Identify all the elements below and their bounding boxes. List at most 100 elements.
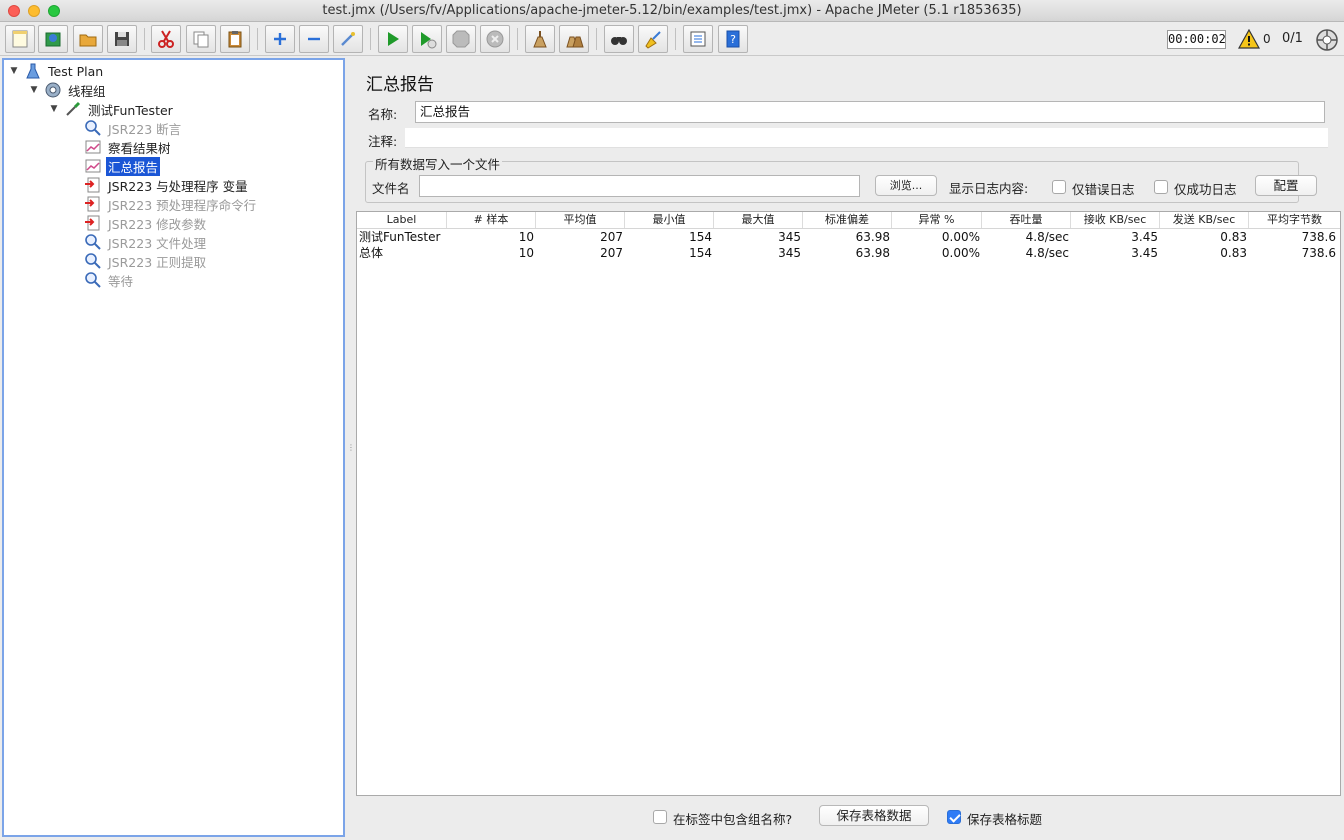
column-header-min[interactable]: 最小值 <box>625 212 714 228</box>
save-disk-icon <box>115 32 129 46</box>
start-no-pauses-button[interactable] <box>412 25 442 53</box>
tree-node-label: Test Plan <box>48 63 104 79</box>
filename-field[interactable] <box>419 175 860 197</box>
magnifier-icon <box>85 120 101 136</box>
errors-only-checkbox[interactable] <box>1052 180 1066 194</box>
tree-node-thread-group[interactable]: ▼ 线程组 <box>28 81 108 99</box>
table-cell: 154 <box>689 246 712 260</box>
save-table-header-checkbox[interactable] <box>947 810 961 824</box>
processor-doc-icon <box>85 177 100 193</box>
page-title: 汇总报告 <box>366 75 434 95</box>
help-book-icon: ? <box>726 30 740 48</box>
search-button[interactable] <box>604 25 634 53</box>
table-cell: 154 <box>689 230 712 244</box>
tree-node-jsr223-preprocessor[interactable]: JSR223 预处理程序命令行 <box>68 195 258 213</box>
magnifier-icon <box>85 253 101 269</box>
tree-node-label: 汇总报告 <box>106 156 161 176</box>
new-button[interactable] <box>5 25 35 53</box>
list-icon <box>690 31 706 47</box>
open-button[interactable] <box>73 25 103 53</box>
column-header-max[interactable]: 最大值 <box>714 212 803 228</box>
tree-node-label: 线程组 <box>68 83 106 99</box>
table-cell: 738.6 <box>1301 230 1336 244</box>
tree-node-sampler[interactable]: ▼ 测试FunTester <box>48 100 175 118</box>
comment-field[interactable] <box>405 128 1328 148</box>
reset-broom-icon <box>645 31 661 49</box>
clear-button[interactable] <box>525 25 555 53</box>
splitter-grip-icon[interactable]: ⋮ <box>347 444 355 452</box>
column-header-sent-kb[interactable]: 发送 KB/sec <box>1160 212 1249 228</box>
tree-node-test-plan[interactable]: ▼ Test Plan <box>8 62 105 80</box>
warning-count: 0 <box>1263 32 1271 46</box>
table-cell: 10 <box>518 246 534 260</box>
magnifier-icon <box>85 272 101 288</box>
templates-button[interactable] <box>38 25 68 53</box>
collapse-all-button[interactable] <box>299 25 329 53</box>
column-header-received-kb[interactable]: 接收 KB/sec <box>1071 212 1160 228</box>
active-thread-count: 0/1 <box>1282 31 1303 46</box>
window-maximize-button[interactable] <box>48 5 60 17</box>
window-close-button[interactable] <box>8 5 20 17</box>
comment-label: 注释: <box>368 134 398 149</box>
clear-all-button[interactable] <box>559 25 589 53</box>
summary-table: Label # 样本 平均值 最小值 最大值 标准偏差 异常 % 吞吐量 接收 … <box>356 211 1341 796</box>
tree-node-label: JSR223 断言 <box>108 121 182 137</box>
clipboard-icon <box>228 31 242 48</box>
save-button[interactable] <box>107 25 137 53</box>
tree-node-wait[interactable]: 等待 <box>68 271 135 289</box>
test-plan-tree: ▼ Test Plan ▼ 线程组 ▼ 测试FunTester JSR223 断… <box>2 58 345 837</box>
table-cell: 10 <box>518 230 534 244</box>
elapsed-timer: 00:00:02 <box>1167 30 1226 49</box>
configure-button[interactable]: 配置 <box>1255 175 1317 196</box>
warning-icon[interactable] <box>1238 29 1260 49</box>
table-row[interactable]: 测试FunTester 10 207 154 345 63.98 0.00% 4… <box>357 229 1340 245</box>
expand-arrow-icon[interactable]: ▼ <box>48 104 60 114</box>
filename-label: 文件名 <box>372 181 410 196</box>
tree-node-view-results-tree[interactable]: 察看结果树 <box>68 138 173 156</box>
function-helper-button[interactable] <box>683 25 713 53</box>
table-row[interactable]: 总体 10 207 154 345 63.98 0.00% 4.8/sec 3.… <box>357 245 1340 261</box>
include-group-name-checkbox[interactable] <box>653 810 667 824</box>
paste-button[interactable] <box>220 25 250 53</box>
column-header-average[interactable]: 平均值 <box>536 212 625 228</box>
name-field[interactable]: 汇总报告 <box>415 101 1325 123</box>
tree-node-jsr223-regex-extract[interactable]: JSR223 正则提取 <box>68 252 208 270</box>
column-header-avg-bytes[interactable]: 平均字节数 <box>1249 212 1340 228</box>
table-cell: 4.8/sec <box>1025 230 1069 244</box>
toggle-button[interactable] <box>333 25 363 53</box>
table-cell: 63.98 <box>855 246 890 260</box>
column-header-samples[interactable]: # 样本 <box>447 212 536 228</box>
start-button[interactable] <box>378 25 408 53</box>
cut-button[interactable] <box>151 25 181 53</box>
tree-node-jsr223-assertion[interactable]: JSR223 断言 <box>68 119 183 137</box>
expand-all-button[interactable] <box>265 25 295 53</box>
stop-button[interactable] <box>446 25 476 53</box>
column-header-throughput[interactable]: 吞吐量 <box>982 212 1071 228</box>
column-header-std-dev[interactable]: 标准偏差 <box>803 212 892 228</box>
table-cell: 63.98 <box>855 230 890 244</box>
save-table-data-button[interactable]: 保存表格数据 <box>819 805 929 826</box>
window-minimize-button[interactable] <box>28 5 40 17</box>
tree-node-label: 测试FunTester <box>88 102 173 118</box>
toggle-wand-icon <box>341 32 355 46</box>
help-button[interactable]: ? <box>718 25 748 53</box>
shutdown-button[interactable] <box>480 25 510 53</box>
name-label: 名称: <box>368 107 398 122</box>
tree-node-summary-report[interactable]: 汇总报告 <box>68 156 161 176</box>
expand-arrow-icon[interactable]: ▼ <box>28 85 40 95</box>
success-only-checkbox[interactable] <box>1154 180 1168 194</box>
column-header-label[interactable]: Label <box>357 212 447 228</box>
tree-node-jsr223-modify-params[interactable]: JSR223 修改参数 <box>68 214 208 232</box>
table-cell: 0.83 <box>1220 246 1247 260</box>
bottom-controls: 在标签中包含组名称? 保存表格数据 保存表格标题 <box>356 799 1341 835</box>
copy-button[interactable] <box>186 25 216 53</box>
window-titlebar: test.jmx (/Users/fv/Applications/apache-… <box>0 0 1344 22</box>
table-cell: 4.8/sec <box>1025 246 1069 260</box>
reset-search-button[interactable] <box>638 25 668 53</box>
tree-node-jsr223-postprocessor[interactable]: JSR223 与处理程序 变量 <box>68 176 250 194</box>
browse-button[interactable]: 浏览... <box>875 175 937 196</box>
broom-icon <box>533 31 547 48</box>
tree-node-jsr223-file-handling[interactable]: JSR223 文件处理 <box>68 233 208 251</box>
expand-arrow-icon[interactable]: ▼ <box>8 66 20 76</box>
column-header-error-pct[interactable]: 异常 % <box>892 212 982 228</box>
